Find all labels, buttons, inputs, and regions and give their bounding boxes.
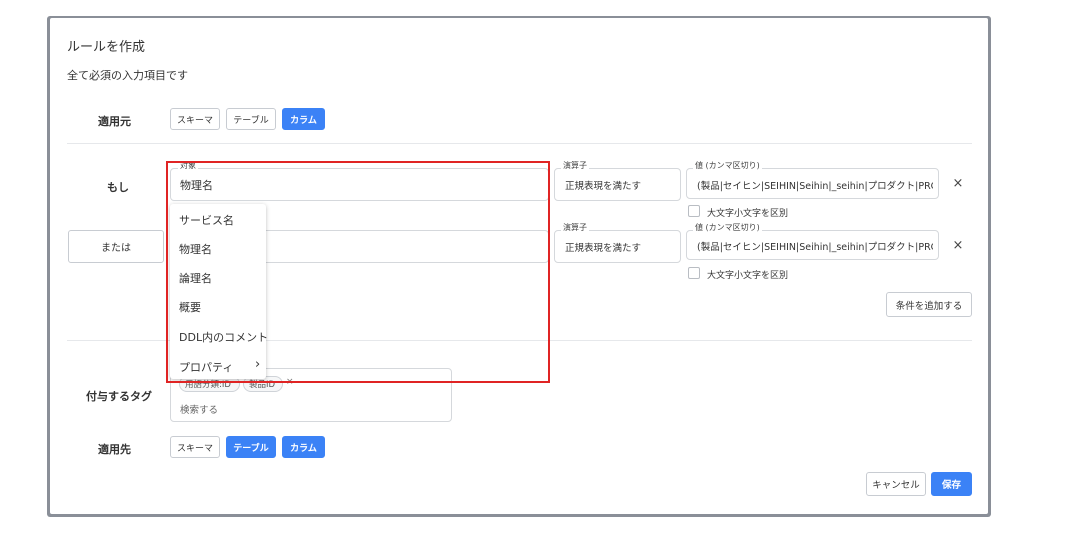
apply-from-table-button[interactable]: テーブル (226, 108, 276, 130)
case-sensitive-checkbox-2[interactable] (688, 267, 700, 279)
apply-to-schema-button[interactable]: スキーマ (170, 436, 220, 458)
value-field-label: 値 (カンマ区切り) (693, 160, 762, 171)
remove-condition-icon-2[interactable]: × (951, 238, 965, 253)
case-sensitive-checkbox[interactable] (688, 205, 700, 217)
cancel-button[interactable]: キャンセル (866, 472, 926, 496)
remove-condition-icon[interactable]: × (951, 176, 965, 191)
highlight-box (166, 161, 550, 383)
value-text: (製品|セイヒン|SEIHIN|Seihin|_seihin|プロダクト|PRO… (697, 181, 933, 192)
add-condition-button[interactable]: 条件を追加する (886, 292, 972, 317)
operator-value-2: 正規表現を満たす (565, 243, 642, 254)
condition-if-label: もし (107, 181, 129, 194)
case-sensitive-label-2: 大文字小文字を区別 (707, 271, 789, 281)
operator-field-label-2: 演算子 (561, 222, 589, 233)
condition-connector-select[interactable]: または (68, 230, 164, 263)
apply-from-schema-button[interactable]: スキーマ (170, 108, 220, 130)
dialog-title: ルールを作成 (67, 40, 146, 55)
case-sensitive-label: 大文字小文字を区別 (707, 209, 789, 219)
save-button[interactable]: 保存 (931, 472, 972, 496)
value-field-label-2: 値 (カンマ区切り) (693, 222, 762, 233)
apply-to-column-button[interactable]: カラム (282, 436, 325, 458)
apply-from-column-button[interactable]: カラム (282, 108, 325, 130)
value-text-2: (製品|セイヒン|SEIHIN|Seihin|_seihin|プロダクト|PRO… (697, 242, 933, 253)
tag-search-placeholder: 検索する (180, 405, 219, 416)
operator-field-label: 演算子 (561, 160, 589, 171)
apply-from-label: 適用元 (98, 115, 131, 128)
divider (67, 143, 972, 144)
apply-to-label: 適用先 (98, 443, 131, 456)
apply-to-table-button[interactable]: テーブル (226, 436, 276, 458)
operator-value: 正規表現を満たす (565, 181, 642, 192)
dialog-description: 全て必須の入力項目です (67, 69, 188, 82)
tags-label: 付与するタグ (86, 390, 152, 403)
